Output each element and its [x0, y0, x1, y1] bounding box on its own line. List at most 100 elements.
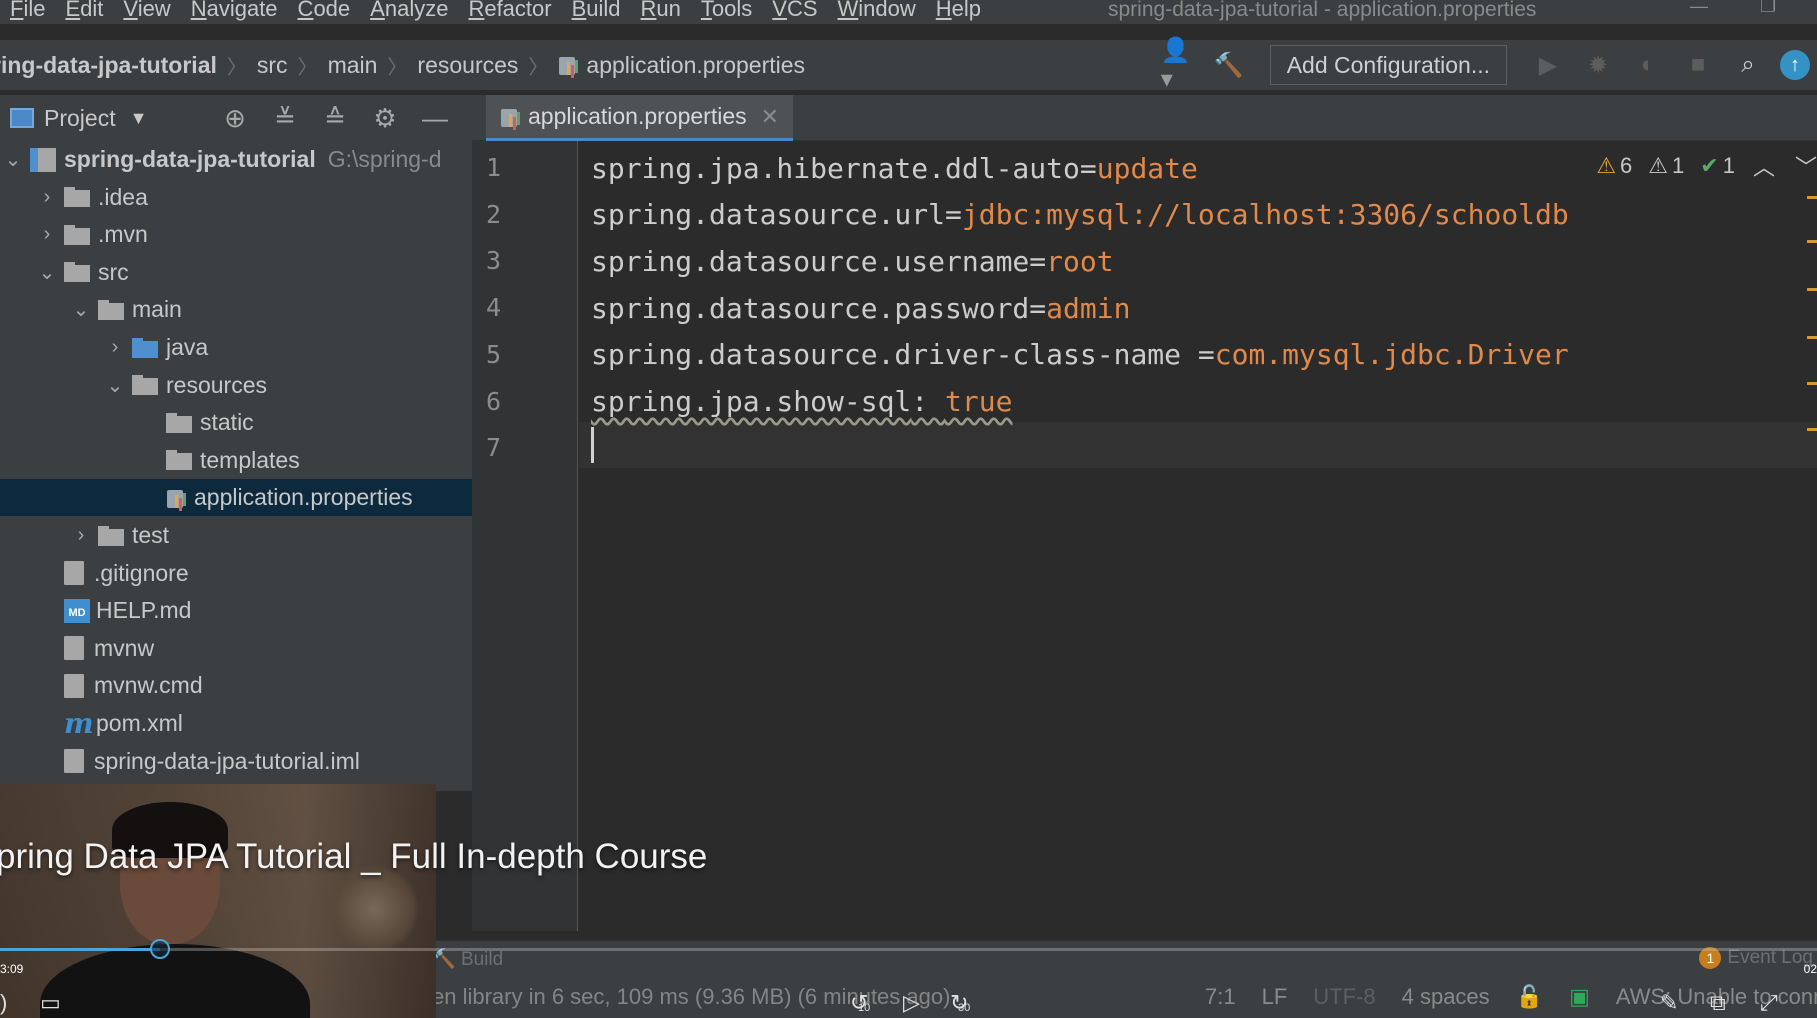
run-icon[interactable]: ▶ [1530, 47, 1566, 83]
collapse-all-icon[interactable]: ≙ [310, 103, 360, 134]
debug-icon[interactable]: ✹ [1580, 47, 1616, 83]
menu-item-help[interactable]: Help [926, 0, 991, 22]
menu-item-window[interactable]: Window [828, 0, 926, 22]
breadcrumb-main[interactable]: main [328, 52, 378, 79]
video-progress-knob[interactable] [149, 939, 170, 959]
menu-item-analyze[interactable]: Analyze [360, 0, 458, 22]
caret-position[interactable]: 7:1 [1205, 984, 1236, 1010]
menu-item-edit[interactable]: Edit [55, 0, 113, 22]
error-stripe-marker[interactable] [1807, 428, 1817, 431]
chevron-right-icon[interactable]: › [104, 336, 126, 359]
breadcrumb-root[interactable]: ring-data-jpa-tutorial [0, 52, 217, 79]
tree-item[interactable]: › .idea [0, 179, 472, 216]
code-line[interactable]: spring.datasource.username = root [591, 238, 1114, 284]
menu-item-navigate[interactable]: Navigate [181, 0, 288, 22]
error-stripe-marker[interactable] [1807, 240, 1817, 243]
window-restore-icon[interactable]: ❐ [1760, 0, 1776, 17]
previous-highlight-icon[interactable]: ︿ [1753, 150, 1775, 182]
code-line[interactable]: spring.datasource.driver-class-name = com… [591, 332, 1569, 378]
menu-item-view[interactable]: View [113, 0, 180, 22]
indent-setting[interactable]: 4 spaces [1402, 984, 1490, 1010]
code-line[interactable]: spring.jpa.show-sql: true [591, 379, 1012, 425]
inspection-widget[interactable]: ⚠ 6 ⚠ 1 ✔ 1 ︿ ﹀ [1596, 150, 1817, 182]
breadcrumb-file[interactable]: application.properties [558, 52, 805, 79]
tree-item[interactable]: application.properties [0, 479, 472, 517]
tree-item[interactable]: ⌄ src [0, 254, 472, 291]
video-time-elapsed: 3:09 [0, 962, 24, 976]
code-line[interactable]: spring.jpa.hibernate.ddl-auto = update [591, 145, 1198, 191]
chevron-down-icon[interactable]: ⌄ [36, 260, 58, 285]
chevron-right-icon[interactable]: › [36, 186, 58, 209]
tree-item[interactable]: spring-data-jpa-tutorial.iml [0, 743, 472, 780]
status-message[interactable]: en library in 6 sec, 109 ms (9.36 MB) (6… [432, 984, 950, 1010]
locate-target-icon[interactable]: ⊕ [210, 103, 260, 134]
tree-item[interactable]: ⌄ resources [0, 367, 472, 404]
captions-icon[interactable]: ▭ [40, 990, 61, 1016]
hide-panel-icon[interactable]: — [410, 103, 460, 134]
tree-item[interactable]: › .mvn [0, 216, 472, 253]
terminal-icon[interactable]: ▣ [1569, 984, 1590, 1010]
gear-icon[interactable]: ⚙ [360, 103, 410, 134]
error-stripe-marker[interactable] [1807, 336, 1817, 339]
close-icon[interactable]: ✕ [761, 104, 779, 130]
chevron-right-icon[interactable]: › [70, 524, 92, 547]
tree-item[interactable]: mvnw.cmd [0, 667, 472, 704]
user-dropdown-icon[interactable]: 👤▾ [1161, 37, 1197, 93]
next-highlight-icon[interactable]: ﹀ [1795, 150, 1817, 182]
fullscreen-icon[interactable]: ⤢ [1760, 990, 1778, 1016]
tree-item[interactable]: MD HELP.md [0, 592, 472, 629]
editor-tab-application-properties[interactable]: application.properties ✕ [486, 95, 794, 141]
menu-item-vcs[interactable]: VCS [762, 0, 827, 22]
tree-item[interactable]: mvnw [0, 630, 472, 667]
chevron-down-icon[interactable]: ⌄ [104, 373, 126, 398]
chevron-down-icon[interactable]: ⌄ [2, 147, 24, 172]
tree-item[interactable]: ⌄ spring-data-jpa-tutorial G:\spring-d [0, 141, 472, 178]
error-stripe-marker[interactable] [1807, 382, 1817, 385]
chevron-down-icon[interactable]: ⌄ [70, 297, 92, 322]
menu-item-code[interactable]: Code [288, 0, 361, 22]
tree-item[interactable]: › java [0, 329, 472, 366]
video-progress-bar[interactable] [0, 948, 1817, 951]
code-line[interactable]: spring.datasource.url = jdbc:mysql://local… [591, 192, 1569, 238]
menu-item-build[interactable]: Build [562, 0, 631, 22]
project-view-selector[interactable]: Project ▼ [10, 105, 147, 132]
breadcrumb-src[interactable]: src [257, 52, 288, 79]
play-icon[interactable]: ▷ [903, 990, 920, 1016]
code-line[interactable]: spring.datasource.password = admin [591, 285, 1130, 331]
tree-item[interactable]: .gitignore [0, 555, 472, 592]
stop-icon[interactable]: ■ [1680, 47, 1716, 83]
tree-item[interactable]: ⌄ main [0, 291, 472, 328]
tree-item[interactable]: static [0, 404, 472, 441]
property-key: spring.datasource.password [591, 291, 1030, 325]
coverage-icon[interactable]: ◐ [1630, 47, 1666, 83]
error-stripe-marker[interactable] [1807, 288, 1817, 291]
volume-icon[interactable]: ) [0, 990, 7, 1016]
tree-item[interactable]: › test [0, 517, 472, 554]
pencil-icon[interactable]: ✎ [1660, 990, 1678, 1016]
window-minimize-icon[interactable]: — [1690, 0, 1708, 17]
tree-item[interactable]: templates [0, 442, 472, 479]
error-stripe-marker[interactable] [1807, 196, 1817, 199]
property-separator: = [1197, 338, 1215, 372]
skip-back-icon[interactable]: ↺ 10 [850, 990, 870, 1016]
skip-forward-icon[interactable]: ↻ 30 [950, 990, 970, 1016]
build-hammer-icon[interactable]: 🔨 [1211, 47, 1247, 83]
menu-item-tools[interactable]: Tools [691, 0, 762, 22]
breadcrumb-resources[interactable]: resources [417, 52, 518, 79]
update-icon[interactable]: ↑ [1780, 50, 1810, 80]
search-icon[interactable]: ⌕ [1730, 47, 1766, 83]
chevron-right-icon[interactable]: › [36, 223, 58, 246]
webcam-wall-decoration [330, 864, 420, 954]
tree-item[interactable]: m pom.xml [0, 705, 472, 742]
lock-icon[interactable]: 🔓 [1516, 984, 1543, 1010]
miniplayer-icon[interactable]: ⧉ [1710, 990, 1726, 1016]
menu-item-refactor[interactable]: Refactor [458, 0, 561, 22]
file-encoding[interactable]: UTF-8 [1313, 984, 1375, 1010]
menu-item-file[interactable]: File [0, 0, 55, 22]
menu-item-run[interactable]: Run [631, 0, 691, 22]
add-configuration-button[interactable]: Add Configuration... [1269, 45, 1507, 85]
line-separator[interactable]: LF [1262, 984, 1288, 1010]
code-editor[interactable]: spring.jpa.hibernate.ddl-auto = update spri… [579, 141, 1817, 931]
expand-all-icon[interactable]: ≚ [260, 103, 310, 134]
folder-icon [98, 525, 124, 546]
